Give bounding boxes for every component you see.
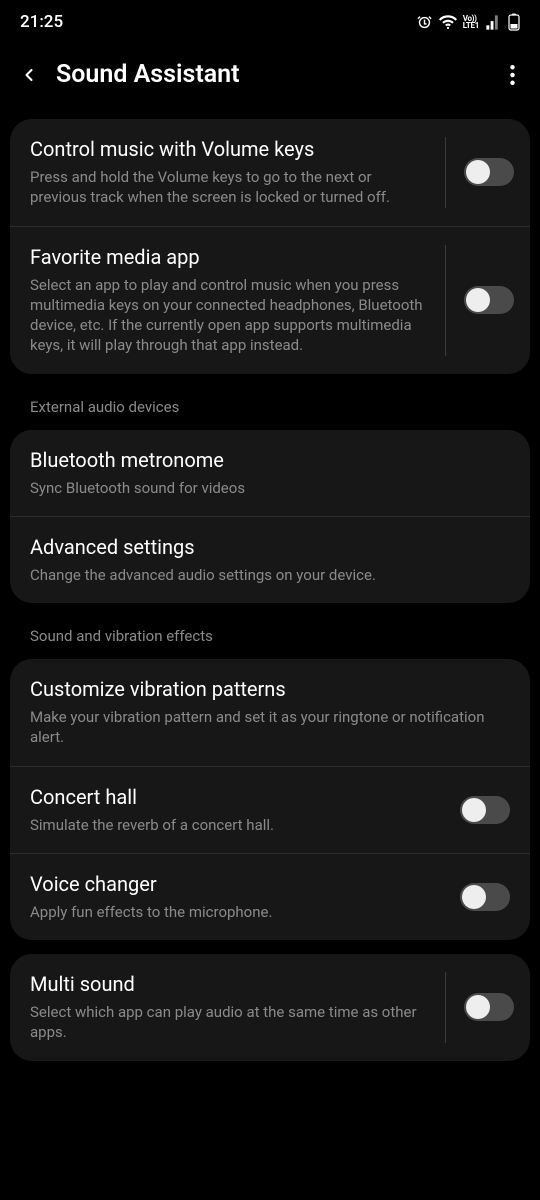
section-label-sound-vibration: Sound and vibration effects (10, 617, 530, 659)
setting-desc: Sync Bluetooth sound for videos (30, 478, 510, 498)
setting-title: Multi sound (30, 972, 423, 996)
signal-icon (485, 14, 502, 31)
toggle-switch[interactable] (464, 993, 514, 1021)
setting-title: Customize vibration patterns (30, 677, 510, 701)
setting-title: Bluetooth metronome (30, 448, 510, 472)
toggle-switch[interactable] (464, 286, 514, 314)
setting-concert-hall[interactable]: Concert hall Simulate the reverb of a co… (10, 766, 530, 853)
status-icons: Vo))LTE1 (416, 13, 520, 31)
content: Control music with Volume keys Press and… (0, 119, 540, 1061)
status-time: 21:25 (20, 12, 63, 32)
alarm-icon (416, 14, 433, 31)
setting-desc: Select an app to play and control music … (30, 275, 423, 356)
header: Sound Assistant (0, 42, 540, 119)
setting-advanced-settings[interactable]: Advanced settings Change the advanced au… (10, 516, 530, 603)
setting-desc: Change the advanced audio settings on yo… (30, 565, 510, 585)
setting-desc: Make your vibration pattern and set it a… (30, 707, 510, 748)
setting-favorite-media-app[interactable]: Favorite media app Select an app to play… (10, 226, 530, 374)
battery-icon (508, 13, 520, 31)
toggle-switch[interactable] (464, 158, 514, 186)
setting-desc: Select which app can play audio at the s… (30, 1002, 423, 1043)
back-icon[interactable] (16, 62, 42, 88)
toggle-switch[interactable] (460, 883, 510, 911)
settings-group: Multi sound Select which app can play au… (10, 954, 530, 1061)
setting-title: Control music with Volume keys (30, 137, 423, 161)
section-label-external: External audio devices (10, 388, 530, 430)
setting-bluetooth-metronome[interactable]: Bluetooth metronome Sync Bluetooth sound… (10, 430, 530, 516)
setting-desc: Simulate the reverb of a concert hall. (30, 815, 446, 835)
setting-desc: Press and hold the Volume keys to go to … (30, 167, 423, 208)
setting-title: Concert hall (30, 785, 446, 809)
wifi-icon (439, 13, 457, 31)
settings-group: Customize vibration patterns Make your v… (10, 659, 530, 940)
setting-title: Voice changer (30, 872, 446, 896)
setting-voice-changer[interactable]: Voice changer Apply fun effects to the m… (10, 853, 530, 940)
status-bar: 21:25 Vo))LTE1 (0, 0, 540, 42)
settings-group: Control music with Volume keys Press and… (10, 119, 530, 374)
toggle-switch[interactable] (460, 796, 510, 824)
page-title: Sound Assistant (56, 60, 486, 89)
volte-icon: Vo))LTE1 (463, 15, 479, 29)
more-icon[interactable] (500, 63, 524, 87)
setting-desc: Apply fun effects to the microphone. (30, 902, 446, 922)
settings-group: Bluetooth metronome Sync Bluetooth sound… (10, 430, 530, 604)
setting-customize-vibration[interactable]: Customize vibration patterns Make your v… (10, 659, 530, 766)
setting-title: Advanced settings (30, 535, 510, 559)
setting-control-music-volume-keys[interactable]: Control music with Volume keys Press and… (10, 119, 530, 226)
setting-title: Favorite media app (30, 245, 423, 269)
setting-multi-sound[interactable]: Multi sound Select which app can play au… (10, 954, 530, 1061)
